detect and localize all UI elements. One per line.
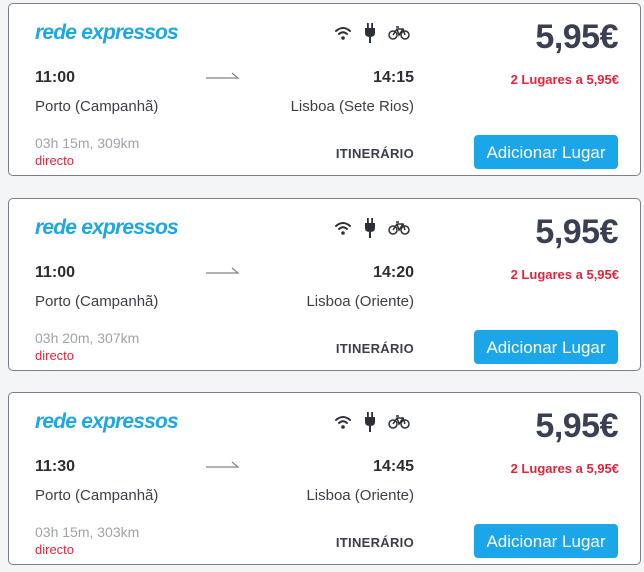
power-plug-icon (364, 23, 376, 43)
trip-type: directo (35, 348, 75, 363)
departure-time: 11:00 (35, 264, 76, 281)
duration-distance: 03h 15m, 309km (35, 135, 140, 151)
bicycle-icon (388, 26, 410, 40)
origin-station: Porto (Campanhã) (35, 487, 159, 504)
arrow-right-icon (205, 68, 241, 86)
power-plug-icon (364, 218, 376, 238)
amenities (334, 23, 410, 43)
amenities (334, 412, 410, 432)
duration-distance: 03h 20m, 307km (35, 330, 140, 346)
itinerary-link[interactable]: ITINERÁRIO (336, 341, 414, 356)
destination-station: Lisboa (Sete Rios) (290, 98, 414, 115)
bicycle-icon (388, 221, 410, 235)
arrival-time: 14:15 (373, 69, 414, 86)
price: 5,95€ (535, 18, 618, 56)
seats-available: 2 Lugares a 5,95€ (510, 72, 619, 87)
duration-distance: 03h 15m, 303km (35, 524, 140, 540)
arrow-right-icon (205, 263, 241, 281)
operator-logo: rede expressos (35, 21, 179, 44)
power-plug-icon (364, 412, 376, 432)
bicycle-icon (388, 415, 410, 429)
seats-available: 2 Lugares a 5,95€ (510, 461, 619, 476)
destination-station: Lisboa (Oriente) (306, 293, 414, 310)
add-seat-button[interactable]: Adicionar Lugar (474, 135, 618, 169)
operator-logo: rede expressos (35, 216, 179, 239)
amenities (334, 218, 410, 238)
trip-type: directo (35, 542, 75, 557)
price: 5,95€ (535, 213, 618, 251)
itinerary-link[interactable]: ITINERÁRIO (336, 146, 414, 161)
departure-time: 11:30 (35, 458, 76, 475)
trip-type: directo (35, 153, 75, 168)
origin-station: Porto (Campanhã) (35, 98, 159, 115)
wifi-icon (334, 220, 352, 236)
trip-card: rede expressos 5,95€ 11:00 14:20 2 Lugar… (8, 198, 641, 371)
departure-time: 11:00 (35, 69, 76, 86)
price: 5,95€ (535, 407, 618, 445)
trip-card: rede expressos 5,95€ 11:30 14:45 2 Lugar… (8, 392, 641, 565)
arrow-right-icon (205, 457, 241, 475)
destination-station: Lisboa (Oriente) (306, 487, 414, 504)
add-seat-button[interactable]: Adicionar Lugar (474, 524, 618, 558)
trip-card: rede expressos 5,95€ 11:00 14:15 2 Lugar… (8, 3, 641, 176)
itinerary-link[interactable]: ITINERÁRIO (336, 535, 414, 550)
wifi-icon (334, 25, 352, 41)
seats-available: 2 Lugares a 5,95€ (510, 267, 619, 282)
arrival-time: 14:20 (373, 264, 414, 281)
add-seat-button[interactable]: Adicionar Lugar (474, 330, 618, 364)
arrival-time: 14:45 (373, 458, 414, 475)
wifi-icon (334, 414, 352, 430)
origin-station: Porto (Campanhã) (35, 293, 159, 310)
operator-logo: rede expressos (35, 410, 179, 433)
